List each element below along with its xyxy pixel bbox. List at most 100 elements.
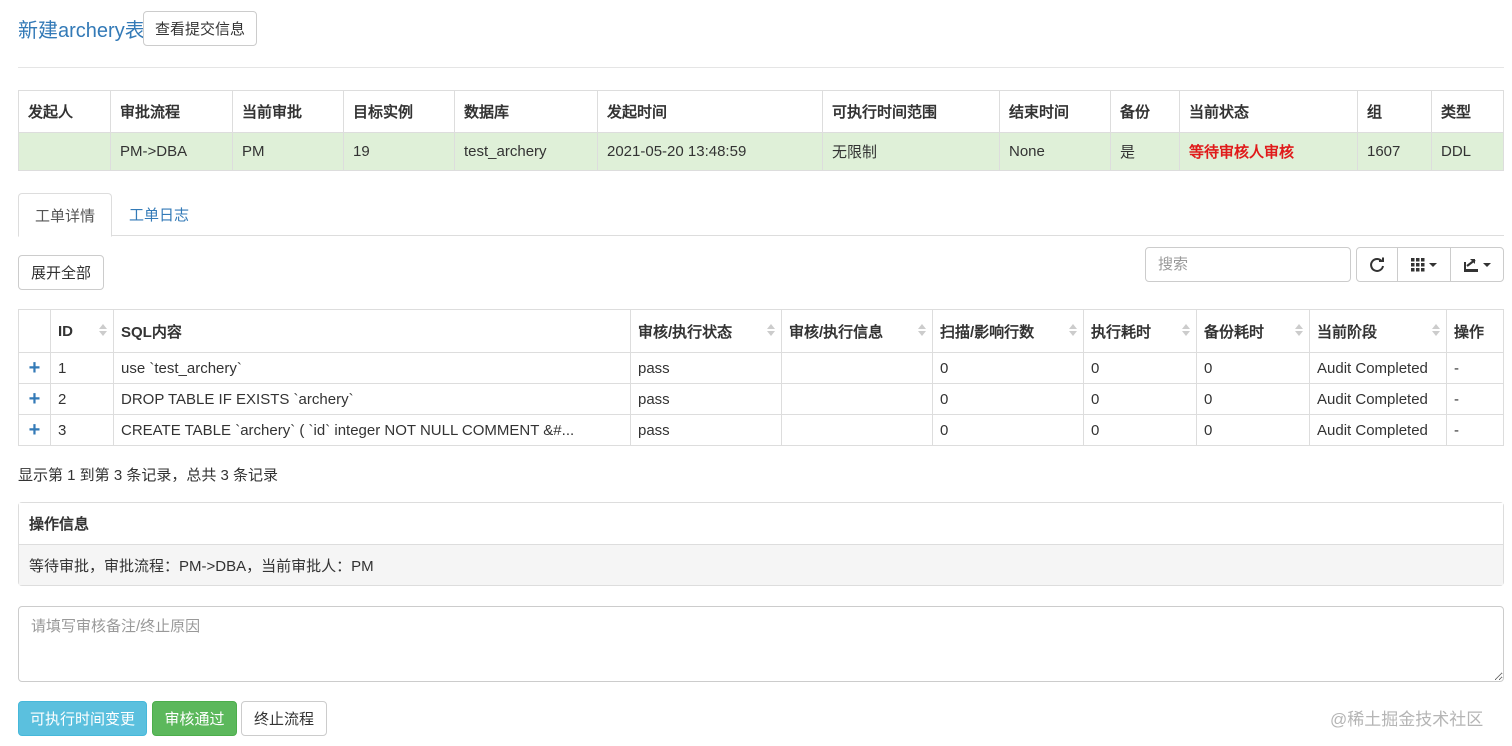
column-header-label: 当前阶段 bbox=[1317, 323, 1378, 341]
current-approver-cell: PM bbox=[232, 132, 344, 171]
summary-header: 发起时间 bbox=[597, 90, 823, 133]
id-cell: 1 bbox=[50, 352, 114, 384]
sort-icon bbox=[1432, 324, 1440, 336]
search-input[interactable] bbox=[1145, 247, 1351, 282]
tab-bar: 工单详情 工单日志 bbox=[18, 193, 1504, 237]
summary-header: 可执行时间范围 bbox=[822, 90, 1000, 133]
summary-header: 备份 bbox=[1110, 90, 1180, 133]
export-button[interactable] bbox=[1450, 247, 1504, 282]
summary-header: 结束时间 bbox=[999, 90, 1111, 133]
sort-icon bbox=[918, 324, 926, 336]
view-submit-info-button[interactable]: 查看提交信息 bbox=[143, 11, 257, 46]
id-cell: 2 bbox=[50, 383, 114, 415]
table-row: + 3 CREATE TABLE `archery` ( `id` intege… bbox=[18, 414, 1504, 446]
group-cell: 1607 bbox=[1357, 132, 1432, 171]
panel-body: 等待审批，审批流程：PM->DBA，当前审批人：PM bbox=[19, 545, 1503, 585]
info-cell bbox=[781, 414, 933, 446]
expand-column-header bbox=[18, 309, 51, 353]
database-cell: test_archery bbox=[454, 132, 598, 171]
sort-icon bbox=[1182, 324, 1190, 336]
column-header-sql[interactable]: SQL内容 bbox=[113, 309, 631, 353]
summary-header: 数据库 bbox=[454, 90, 598, 133]
pagination-info: 显示第 1 到第 3 条记录，总共 3 条记录 bbox=[18, 467, 279, 484]
expand-row-button[interactable]: + bbox=[18, 383, 51, 415]
expand-row-button[interactable]: + bbox=[18, 352, 51, 384]
sort-icon bbox=[1069, 324, 1077, 336]
plus-icon: + bbox=[28, 387, 41, 410]
column-header-stage[interactable]: 当前阶段 bbox=[1309, 309, 1447, 353]
id-cell: 3 bbox=[50, 414, 114, 446]
table-row: + 1 use `test_archery` pass 0 0 0 Audit … bbox=[18, 352, 1504, 384]
table-row: + 2 DROP TABLE IF EXISTS `archery` pass … bbox=[18, 383, 1504, 415]
column-header-exec-time[interactable]: 执行耗时 bbox=[1083, 309, 1197, 353]
column-header-rows[interactable]: 扫描/影响行数 bbox=[932, 309, 1084, 353]
summary-header: 类型 bbox=[1431, 90, 1504, 133]
summary-row: PM->DBA PM 19 test_archery 2021-05-20 13… bbox=[18, 132, 1504, 171]
column-header-label: 执行耗时 bbox=[1091, 323, 1152, 341]
column-header-label: 操作 bbox=[1454, 323, 1485, 341]
summary-header: 发起人 bbox=[18, 90, 111, 133]
expand-row-button[interactable]: + bbox=[18, 414, 51, 446]
columns-toggle-button[interactable] bbox=[1397, 247, 1451, 282]
start-time-cell: 2021-05-20 13:48:59 bbox=[597, 132, 823, 171]
rows-cell: 0 bbox=[932, 352, 1084, 384]
status-badge: 等待审核人审核 bbox=[1179, 132, 1358, 171]
exec-range-cell: 无限制 bbox=[822, 132, 1000, 171]
rows-cell: 0 bbox=[932, 414, 1084, 446]
chevron-down-icon bbox=[1483, 262, 1491, 267]
sql-detail-table: ID SQL内容 审核/执行状态 审核/执行信息 扫描/影响行数 执行耗时 备份… bbox=[18, 309, 1504, 446]
refresh-icon bbox=[1370, 257, 1384, 272]
initiator-cell bbox=[18, 132, 111, 171]
op-cell: - bbox=[1446, 352, 1504, 384]
summary-header: 当前状态 bbox=[1179, 90, 1358, 133]
sort-icon bbox=[99, 324, 107, 336]
column-header-status[interactable]: 审核/执行状态 bbox=[630, 309, 782, 353]
divider bbox=[18, 67, 1504, 68]
stage-cell: Audit Completed bbox=[1309, 352, 1447, 384]
backup-time-cell: 0 bbox=[1196, 352, 1310, 384]
exec-time-cell: 0 bbox=[1083, 383, 1197, 415]
column-header-label: 备份耗时 bbox=[1204, 323, 1265, 341]
column-header-label: 扫描/影响行数 bbox=[940, 323, 1035, 341]
op-cell: - bbox=[1446, 383, 1504, 415]
change-exec-time-button[interactable]: 可执行时间变更 bbox=[18, 701, 147, 736]
workflow-cell: PM->DBA bbox=[110, 132, 233, 171]
expand-all-button[interactable]: 展开全部 bbox=[18, 255, 104, 290]
chevron-down-icon bbox=[1429, 262, 1437, 267]
summary-header: 当前审批 bbox=[232, 90, 344, 133]
summary-header-row: 发起人 审批流程 当前审批 目标实例 数据库 发起时间 可执行时间范围 结束时间… bbox=[18, 90, 1504, 133]
backup-time-cell: 0 bbox=[1196, 383, 1310, 415]
summary-header: 审批流程 bbox=[110, 90, 233, 133]
terminate-button[interactable]: 终止流程 bbox=[241, 701, 327, 736]
column-header-label: SQL内容 bbox=[121, 323, 182, 341]
tab-detail[interactable]: 工单详情 bbox=[18, 193, 113, 237]
backup-cell: 是 bbox=[1110, 132, 1180, 171]
sql-cell: CREATE TABLE `archery` ( `id` integer NO… bbox=[113, 414, 631, 446]
rows-cell: 0 bbox=[932, 383, 1084, 415]
approve-button[interactable]: 审核通过 bbox=[152, 701, 237, 736]
column-header-id[interactable]: ID bbox=[50, 309, 114, 353]
instance-cell: 19 bbox=[343, 132, 455, 171]
page-title: 新建archery表 bbox=[18, 20, 145, 42]
info-cell bbox=[781, 383, 933, 415]
columns-icon bbox=[1411, 257, 1425, 271]
sql-cell: DROP TABLE IF EXISTS `archery` bbox=[113, 383, 631, 415]
end-time-cell: None bbox=[999, 132, 1111, 171]
plus-icon: + bbox=[28, 356, 41, 379]
refresh-button[interactable] bbox=[1356, 247, 1398, 282]
column-header-label: 审核/执行信息 bbox=[789, 323, 884, 341]
operation-info-panel: 操作信息 等待审批，审批流程：PM->DBA，当前审批人：PM bbox=[18, 502, 1504, 586]
export-icon bbox=[1464, 258, 1478, 272]
tab-log[interactable]: 工单日志 bbox=[113, 193, 205, 236]
remark-textarea[interactable] bbox=[18, 606, 1504, 682]
column-header-op: 操作 bbox=[1446, 309, 1504, 353]
detail-header-row: ID SQL内容 审核/执行状态 审核/执行信息 扫描/影响行数 执行耗时 备份… bbox=[18, 309, 1504, 353]
column-header-label: 审核/执行状态 bbox=[638, 323, 733, 341]
column-header-info[interactable]: 审核/执行信息 bbox=[781, 309, 933, 353]
status-cell: pass bbox=[630, 383, 782, 415]
sort-icon bbox=[767, 324, 775, 336]
type-cell: DDL bbox=[1431, 132, 1504, 171]
watermark: @稀土掘金技术社区 bbox=[1330, 710, 1484, 729]
sql-cell: use `test_archery` bbox=[113, 352, 631, 384]
column-header-backup-time[interactable]: 备份耗时 bbox=[1196, 309, 1310, 353]
